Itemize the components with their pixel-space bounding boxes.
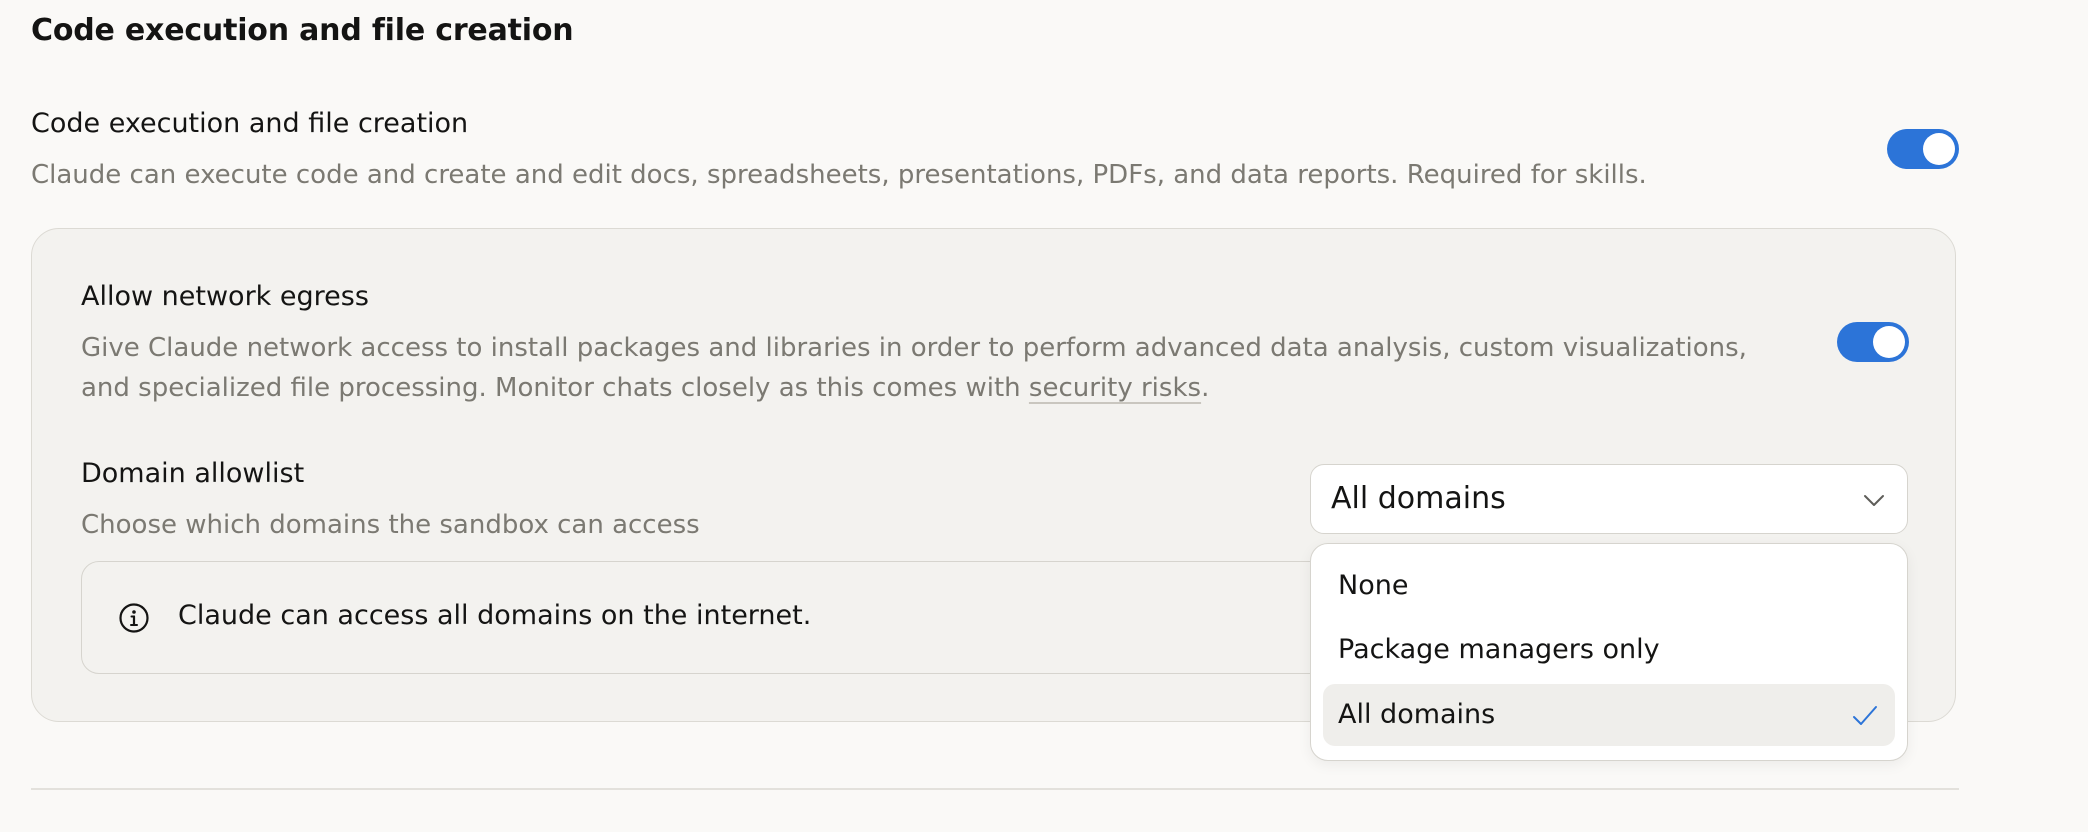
dropdown-option-package-managers-only[interactable]: Package managers only [1323, 619, 1895, 681]
network-egress-toggle[interactable] [1837, 322, 1909, 362]
info-text: Claude can access all domains on the int… [178, 600, 812, 631]
check-icon [1853, 706, 1877, 725]
option-label: All domains [1338, 699, 1496, 730]
network-egress-title: Allow network egress [81, 281, 369, 312]
code-execution-title: Code execution and file creation [31, 108, 469, 139]
domain-allowlist-select[interactable]: All domains [1310, 464, 1908, 534]
domain-allowlist-dropdown: None Package managers only All domains [1310, 543, 1908, 761]
toggle-knob [1873, 326, 1905, 358]
network-egress-description-line1: Give Claude network access to install pa… [81, 333, 1747, 363]
network-egress-description-line2: and specialized file processing. Monitor… [81, 368, 1801, 408]
description-line2-prefix: and specialized file processing. Monitor… [81, 373, 1029, 403]
code-execution-toggle[interactable] [1887, 129, 1959, 169]
chevron-down-icon [1864, 495, 1884, 506]
section-divider [31, 788, 1959, 790]
toggle-knob [1923, 133, 1955, 165]
section-title: Code execution and file creation [31, 13, 574, 48]
network-egress-description: Give Claude network access to install pa… [81, 328, 1801, 408]
settings-page: Code execution and file creation Code ex… [0, 0, 2088, 832]
domain-allowlist-title: Domain allowlist [81, 458, 305, 489]
select-value: All domains [1331, 481, 1506, 516]
option-label: Package managers only [1338, 634, 1660, 665]
code-execution-description: Claude can execute code and create and e… [31, 160, 1647, 190]
security-risks-link[interactable]: security risks [1029, 373, 1201, 403]
domain-allowlist-description: Choose which domains the sandbox can acc… [81, 510, 700, 540]
option-label: None [1338, 570, 1409, 601]
description-line2-suffix: . [1201, 373, 1210, 403]
dropdown-option-all-domains[interactable]: All domains [1323, 684, 1895, 746]
dropdown-option-none[interactable]: None [1323, 555, 1895, 617]
info-icon [119, 603, 149, 633]
